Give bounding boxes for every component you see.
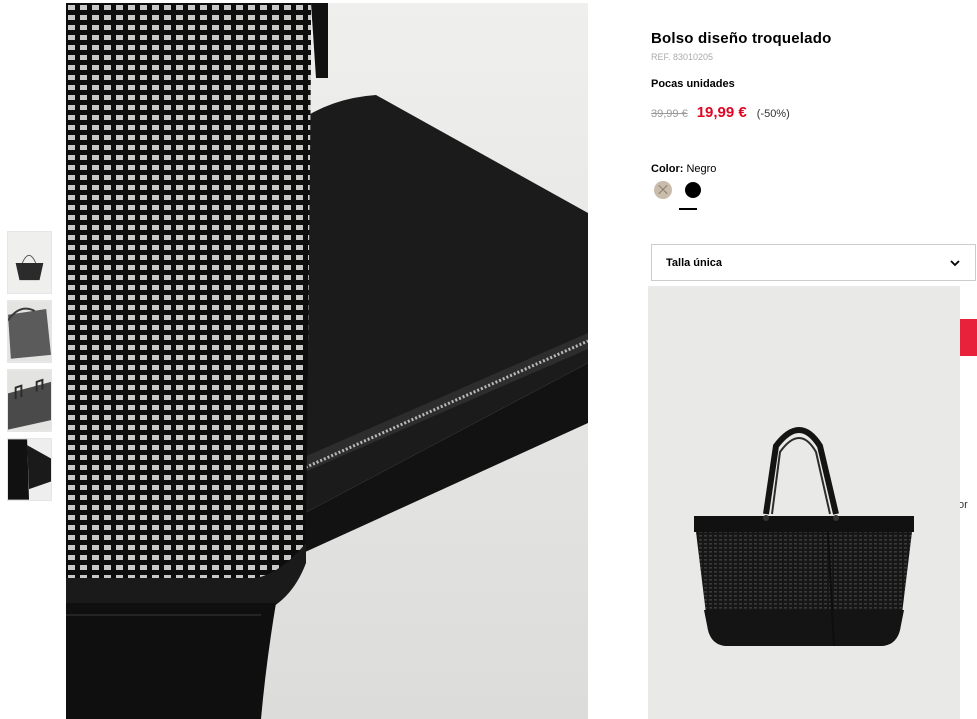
old-price: 39,99 €: [651, 108, 688, 120]
bag-front-image: [8, 232, 51, 293]
product-ref: REF. 83010205: [651, 52, 714, 62]
thumbnail-side[interactable]: [7, 300, 52, 363]
thumbnail-closeup[interactable]: [7, 438, 52, 501]
bag-side-image: [8, 301, 51, 362]
size-select-value: Talla única: [666, 256, 723, 269]
thumbnail-front[interactable]: [7, 231, 52, 294]
add-to-bag-button[interactable]: [960, 319, 977, 356]
bag-closeup-photo: [66, 3, 588, 719]
swatch-beige-unavailable[interactable]: [654, 181, 672, 199]
stock-status: Pocas unidades: [651, 78, 735, 90]
product-info: Bolso diseño troquelado REF. 83010205 Po…: [651, 30, 977, 210]
sale-price: 19,99 €: [696, 104, 747, 121]
bag-front-photo: [648, 286, 960, 719]
color-swatches: [651, 181, 977, 199]
swatch-black[interactable]: [685, 182, 701, 198]
color-label: Color:: [651, 163, 684, 175]
bag-closeup-image: [8, 439, 51, 500]
selected-swatch-indicator: [679, 208, 697, 210]
discount-badge: (-50%): [756, 108, 790, 120]
price-row: 39,99 € 19,99 € (-50%): [651, 104, 977, 121]
chevron-down-icon: [949, 257, 961, 269]
color-value: Negro: [686, 163, 717, 175]
thumbnail-list: [7, 231, 52, 507]
main-product-image[interactable]: [66, 3, 588, 719]
thumbnail-detail[interactable]: [7, 369, 52, 432]
color-selector: Color: Negro: [651, 163, 977, 199]
size-select[interactable]: Talla única: [651, 244, 976, 281]
hover-product-preview: [648, 286, 960, 719]
bag-detail-image: [8, 370, 51, 431]
product-title: Bolso diseño troquelado: [651, 30, 832, 47]
